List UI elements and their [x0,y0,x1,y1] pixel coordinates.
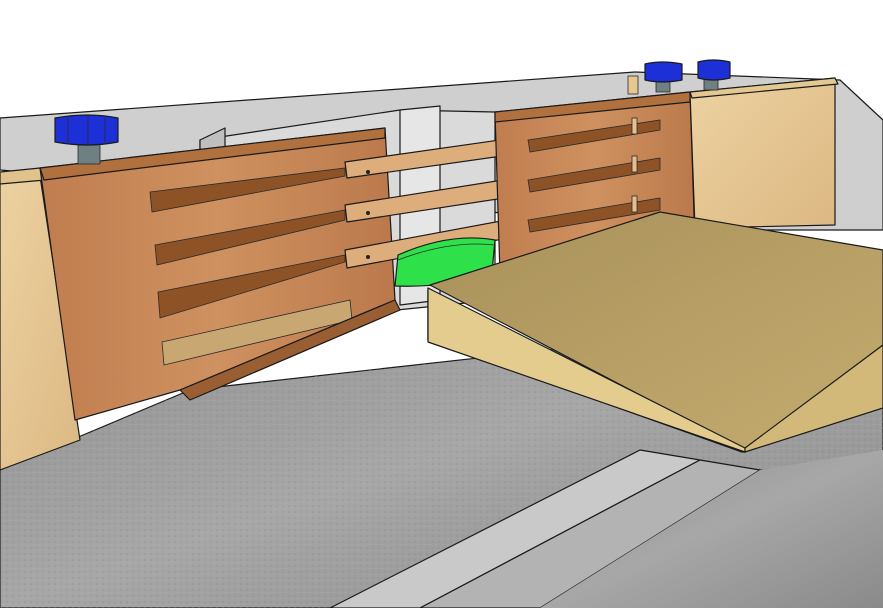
router-table-scene [0,0,883,608]
knob-icon [54,114,119,146]
guard-pin-3 [366,255,370,259]
knob-icon [697,59,731,81]
right-maple-end-block [689,77,839,229]
dowel-peg [627,75,639,95]
guard-pin-2 [366,211,370,215]
guard-pin-1 [366,170,370,174]
knob-icon [644,61,683,83]
